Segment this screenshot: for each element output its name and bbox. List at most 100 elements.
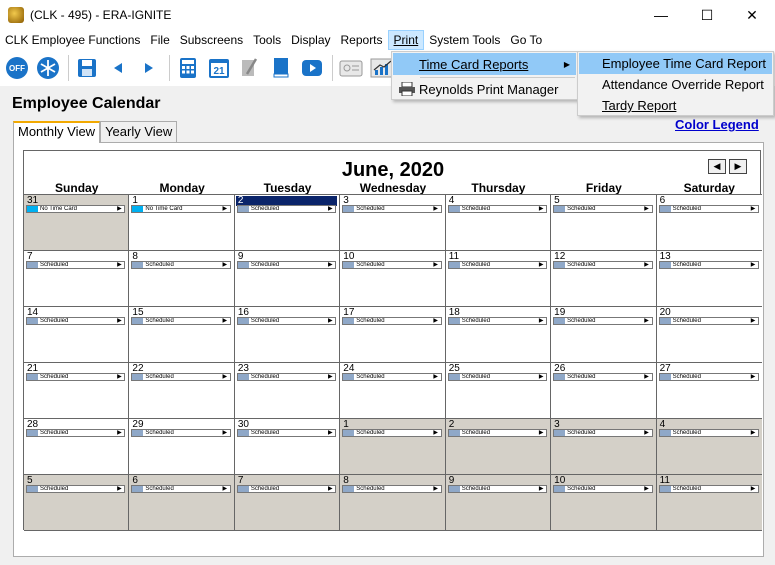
day-status-dropdown[interactable]: Scheduled ▶	[342, 261, 442, 269]
calendar-day-cell[interactable]: 16 Scheduled ▶	[234, 307, 341, 363]
dropdown-arrow-icon[interactable]: ▶	[220, 206, 230, 212]
dropdown-arrow-icon[interactable]: ▶	[642, 262, 652, 268]
calendar-day-cell[interactable]: 8 Scheduled ▶	[340, 475, 446, 531]
calendar-day-cell[interactable]: 25 Scheduled ▶	[445, 363, 552, 419]
calendar-day-cell[interactable]: 10 Scheduled ▶	[551, 475, 657, 531]
dropdown-arrow-icon[interactable]: ▶	[536, 486, 546, 492]
day-status-dropdown[interactable]: Scheduled ▶	[658, 317, 759, 325]
dropdown-arrow-icon[interactable]: ▶	[220, 374, 230, 380]
calendar-button[interactable]: 21	[206, 55, 232, 81]
dropdown-arrow-icon[interactable]: ▶	[748, 430, 758, 436]
dropdown-arrow-icon[interactable]: ▶	[748, 318, 758, 324]
day-status-dropdown[interactable]: Scheduled ▶	[26, 485, 126, 493]
day-status-dropdown[interactable]: Scheduled ▶	[553, 261, 653, 269]
dropdown-arrow-icon[interactable]: ▶	[431, 374, 441, 380]
calendar-day-cell[interactable]: 24 Scheduled ▶	[340, 363, 446, 419]
dropdown-arrow-icon[interactable]: ▶	[748, 374, 758, 380]
calendar-day-cell[interactable]: 2 Scheduled ▶	[234, 195, 341, 251]
day-status-dropdown[interactable]: Scheduled ▶	[131, 485, 231, 493]
calendar-day-cell[interactable]: 21 Scheduled ▶	[24, 363, 130, 419]
minimize-button[interactable]: —	[638, 0, 684, 30]
dropdown-arrow-icon[interactable]: ▶	[431, 430, 441, 436]
calendar-day-cell[interactable]: 1 No Time Card ▶	[129, 195, 235, 251]
dropdown-arrow-icon[interactable]: ▶	[325, 486, 335, 492]
dropdown-arrow-icon[interactable]: ▶	[114, 430, 124, 436]
dropdown-arrow-icon[interactable]: ▶	[220, 262, 230, 268]
calendar-day-cell[interactable]: 6 Scheduled ▶	[656, 195, 762, 251]
snowflake-button[interactable]	[35, 55, 61, 81]
dropdown-arrow-icon[interactable]: ▶	[220, 318, 230, 324]
day-status-dropdown[interactable]: Scheduled ▶	[553, 205, 653, 213]
dropdown-arrow-icon[interactable]: ▶	[325, 262, 335, 268]
calendar-day-cell[interactable]: 5 Scheduled ▶	[24, 475, 130, 531]
day-status-dropdown[interactable]: Scheduled ▶	[658, 429, 759, 437]
day-status-dropdown[interactable]: Scheduled ▶	[131, 317, 231, 325]
day-status-dropdown[interactable]: Scheduled ▶	[342, 205, 442, 213]
calendar-day-cell[interactable]: 20 Scheduled ▶	[656, 307, 762, 363]
previous-button[interactable]	[105, 55, 131, 81]
day-status-dropdown[interactable]: Scheduled ▶	[447, 261, 548, 269]
calendar-day-cell[interactable]: 3 Scheduled ▶	[340, 195, 446, 251]
calendar-day-cell[interactable]: 9 Scheduled ▶	[234, 251, 341, 307]
close-button[interactable]: ✕	[729, 0, 775, 30]
dropdown-arrow-icon[interactable]: ▶	[431, 318, 441, 324]
calendar-day-cell[interactable]: 5 Scheduled ▶	[551, 195, 657, 251]
menu-system-tools[interactable]: System Tools	[424, 30, 505, 50]
day-status-dropdown[interactable]: Scheduled ▶	[658, 261, 759, 269]
dropdown-arrow-icon[interactable]: ▶	[114, 374, 124, 380]
menu-tools[interactable]: Tools	[248, 30, 286, 50]
dropdown-arrow-icon[interactable]: ▶	[536, 206, 546, 212]
calendar-day-cell[interactable]: 11 Scheduled ▶	[445, 251, 552, 307]
dropdown-arrow-icon[interactable]: ▶	[114, 318, 124, 324]
day-status-dropdown[interactable]: Scheduled ▶	[447, 373, 548, 381]
off-button[interactable]: OFF	[4, 55, 30, 81]
menu-file[interactable]: File	[145, 30, 174, 50]
calendar-day-cell[interactable]: 19 Scheduled ▶	[551, 307, 657, 363]
day-status-dropdown[interactable]: Scheduled ▶	[553, 317, 653, 325]
edit-note-button[interactable]	[237, 55, 263, 81]
calendar-day-cell[interactable]: 26 Scheduled ▶	[551, 363, 657, 419]
menu-reports[interactable]: Reports	[336, 30, 388, 50]
menu-item-tardy-report[interactable]: Tardy Report	[579, 95, 772, 116]
day-status-dropdown[interactable]: Scheduled ▶	[26, 429, 126, 437]
dropdown-arrow-icon[interactable]: ▶	[114, 486, 124, 492]
dropdown-arrow-icon[interactable]: ▶	[114, 262, 124, 268]
calendar-day-cell[interactable]: 4 Scheduled ▶	[445, 195, 552, 251]
calendar-day-cell[interactable]: 4 Scheduled ▶	[656, 419, 762, 475]
video-button[interactable]	[299, 55, 325, 81]
day-status-dropdown[interactable]: Scheduled ▶	[447, 205, 548, 213]
day-status-dropdown[interactable]: Scheduled ▶	[236, 317, 337, 325]
menu-go-to[interactable]: Go To	[505, 30, 547, 50]
day-status-dropdown[interactable]: Scheduled ▶	[658, 205, 759, 213]
calendar-day-cell[interactable]: 14 Scheduled ▶	[24, 307, 130, 363]
day-status-dropdown[interactable]: Scheduled ▶	[658, 373, 759, 381]
day-status-dropdown[interactable]: Scheduled ▶	[131, 373, 231, 381]
dropdown-arrow-icon[interactable]: ▶	[536, 262, 546, 268]
day-status-dropdown[interactable]: Scheduled ▶	[447, 485, 548, 493]
calendar-day-cell[interactable]: 3 Scheduled ▶	[551, 419, 657, 475]
dropdown-arrow-icon[interactable]: ▶	[220, 430, 230, 436]
calendar-day-cell[interactable]: 8 Scheduled ▶	[129, 251, 235, 307]
dropdown-arrow-icon[interactable]: ▶	[536, 318, 546, 324]
calendar-day-cell[interactable]: 15 Scheduled ▶	[129, 307, 235, 363]
dropdown-arrow-icon[interactable]: ▶	[642, 374, 652, 380]
dropdown-arrow-icon[interactable]: ▶	[642, 486, 652, 492]
tab-monthly-view[interactable]: Monthly View	[13, 121, 101, 143]
calendar-day-cell[interactable]: 7 Scheduled ▶	[24, 251, 130, 307]
dropdown-arrow-icon[interactable]: ▶	[431, 262, 441, 268]
maximize-button[interactable]: ☐	[684, 0, 730, 30]
calendar-day-cell[interactable]: 2 Scheduled ▶	[445, 419, 552, 475]
day-status-dropdown[interactable]: Scheduled ▶	[342, 429, 442, 437]
save-button[interactable]	[74, 55, 100, 81]
calendar-day-cell[interactable]: 30 Scheduled ▶	[234, 419, 341, 475]
menu-print[interactable]: Print	[387, 30, 425, 50]
day-status-dropdown[interactable]: Scheduled ▶	[236, 429, 337, 437]
menu-display[interactable]: Display	[286, 30, 335, 50]
dropdown-arrow-icon[interactable]: ▶	[642, 318, 652, 324]
day-status-dropdown[interactable]: Scheduled ▶	[553, 485, 653, 493]
calendar-day-cell[interactable]: 17 Scheduled ▶	[340, 307, 446, 363]
dropdown-arrow-icon[interactable]: ▶	[536, 430, 546, 436]
day-status-dropdown[interactable]: Scheduled ▶	[447, 429, 548, 437]
calendar-day-cell[interactable]: 22 Scheduled ▶	[129, 363, 235, 419]
book-button[interactable]	[268, 55, 294, 81]
